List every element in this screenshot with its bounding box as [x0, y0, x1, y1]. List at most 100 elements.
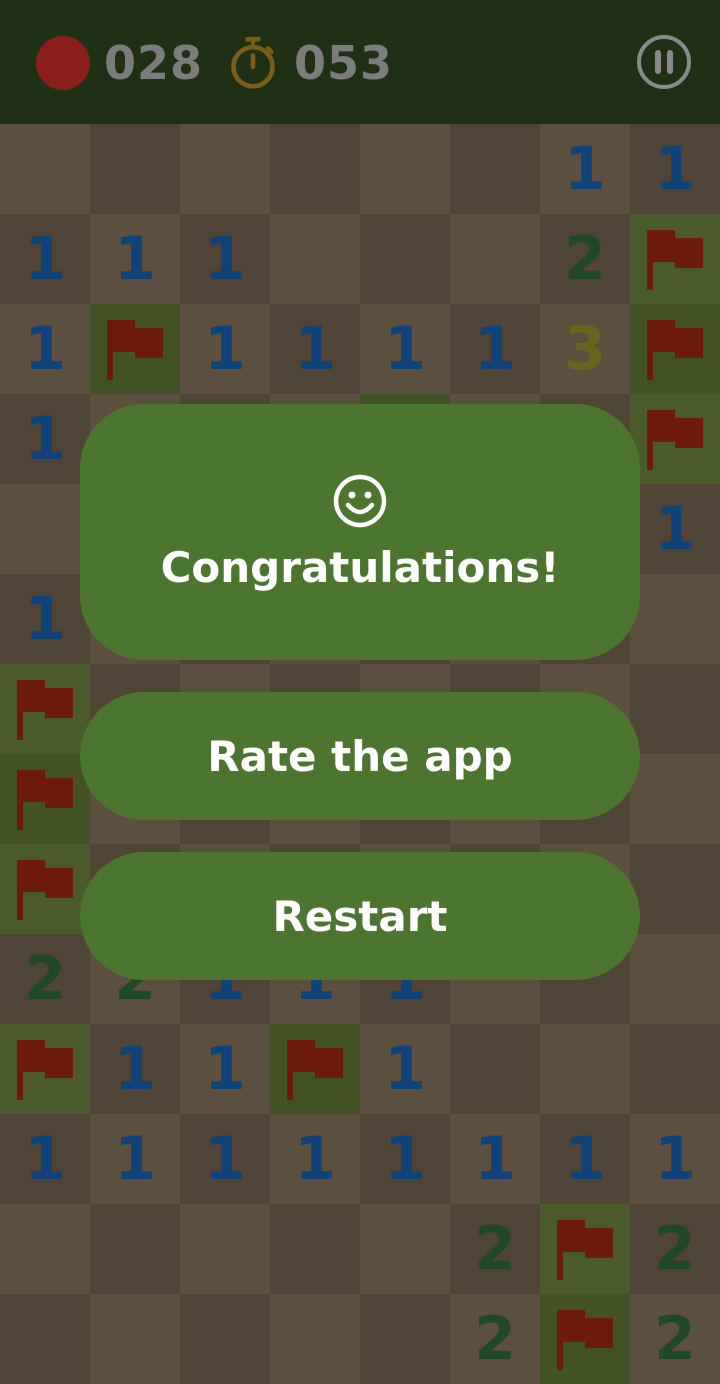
cell-number: 1 [204, 314, 246, 384]
board-cell[interactable] [270, 1204, 360, 1294]
board-cell[interactable] [630, 754, 720, 844]
rate-app-button[interactable]: Rate the app [80, 692, 640, 820]
smiley-icon [333, 474, 387, 527]
board-cell[interactable] [360, 214, 450, 304]
board-cell[interactable] [90, 1294, 180, 1384]
board-cell[interactable] [360, 1204, 450, 1294]
cell-number: 1 [654, 494, 696, 564]
board-cell[interactable] [360, 1294, 450, 1384]
cell-number: 1 [564, 1124, 606, 1194]
board-cell[interactable] [0, 1024, 90, 1114]
board-cell[interactable]: 2 [630, 1204, 720, 1294]
board-cell[interactable] [630, 844, 720, 934]
board-cell[interactable] [90, 1204, 180, 1294]
board-cell[interactable]: 1 [0, 394, 90, 484]
flag-icon [17, 770, 73, 830]
board-cell[interactable]: 1 [0, 574, 90, 664]
board-cell[interactable] [630, 394, 720, 484]
board-cell[interactable] [0, 124, 90, 214]
board-cell[interactable] [270, 214, 360, 304]
cell-number: 1 [294, 314, 336, 384]
board-cell[interactable] [450, 124, 540, 214]
pause-icon[interactable] [636, 34, 692, 90]
board-cell[interactable]: 1 [90, 1024, 180, 1114]
congratulations-title: Congratulations! [160, 542, 560, 592]
board-cell[interactable]: 1 [450, 304, 540, 394]
cell-number: 1 [24, 314, 66, 384]
board-cell[interactable] [270, 1024, 360, 1114]
board-cell[interactable] [90, 124, 180, 214]
board-cell[interactable]: 1 [360, 304, 450, 394]
board-cell[interactable]: 1 [180, 1024, 270, 1114]
board-cell[interactable] [630, 1024, 720, 1114]
board-cell[interactable]: 1 [0, 214, 90, 304]
board-cell[interactable] [270, 124, 360, 214]
stopwatch-icon [231, 36, 275, 89]
board-cell[interactable]: 2 [450, 1294, 540, 1384]
board-cell[interactable] [360, 124, 450, 214]
board-cell[interactable]: 1 [450, 1114, 540, 1204]
board-cell[interactable] [630, 934, 720, 1024]
board-cell[interactable] [0, 484, 90, 574]
cell-number: 2 [654, 1214, 696, 1284]
board-cell[interactable] [180, 1294, 270, 1384]
board-cell[interactable] [540, 1204, 630, 1294]
cell-number: 1 [474, 1124, 516, 1194]
board-cell[interactable] [0, 754, 90, 844]
board-cell[interactable]: 1 [540, 1114, 630, 1204]
board-cell[interactable] [0, 1294, 90, 1384]
board-cell[interactable] [0, 844, 90, 934]
board-cell[interactable]: 1 [180, 1114, 270, 1204]
board-cell[interactable]: 1 [180, 304, 270, 394]
top-bar: 028 053 [0, 0, 720, 125]
board-cell[interactable] [0, 664, 90, 754]
board-cell[interactable]: 1 [0, 1114, 90, 1204]
flag-icon [647, 320, 703, 380]
board-cell[interactable] [180, 1204, 270, 1294]
board-cell[interactable]: 2 [450, 1204, 540, 1294]
board-cell[interactable] [450, 1024, 540, 1114]
board-cell[interactable]: 1 [630, 1114, 720, 1204]
board-cell[interactable] [270, 1294, 360, 1384]
board-cell[interactable]: 1 [360, 1024, 450, 1114]
board-cell[interactable]: 2 [630, 1294, 720, 1384]
board-cell[interactable]: 1 [630, 124, 720, 214]
board-cell[interactable]: 1 [540, 124, 630, 214]
cell-number: 1 [294, 1124, 336, 1194]
board-cell[interactable]: 2 [0, 934, 90, 1024]
board-cell[interactable]: 2 [540, 214, 630, 304]
board-cell[interactable] [630, 574, 720, 664]
mine-counter: 028 [36, 32, 203, 94]
restart-button[interactable]: Restart [80, 852, 640, 980]
flag-icon [107, 320, 163, 380]
cell-number: 2 [474, 1304, 516, 1374]
board-cell[interactable] [630, 664, 720, 754]
cell-number: 1 [384, 314, 426, 384]
cell-number: 1 [24, 404, 66, 474]
cell-number: 1 [24, 224, 66, 294]
board-cell[interactable] [90, 304, 180, 394]
board-cell[interactable]: 1 [270, 1114, 360, 1204]
board-cell[interactable]: 1 [90, 1114, 180, 1204]
flag-icon [287, 1040, 343, 1100]
board-cell[interactable] [540, 1294, 630, 1384]
board-cell[interactable] [450, 214, 540, 304]
board-cell[interactable]: 1 [630, 484, 720, 574]
cell-number: 1 [204, 1034, 246, 1104]
board-cell[interactable] [0, 1204, 90, 1294]
cell-number: 1 [384, 1124, 426, 1194]
board-cell[interactable]: 1 [270, 304, 360, 394]
flag-icon [557, 1310, 613, 1370]
board-cell[interactable]: 1 [90, 214, 180, 304]
board-cell[interactable]: 1 [360, 1114, 450, 1204]
board-cell[interactable] [180, 124, 270, 214]
cell-number: 1 [654, 134, 696, 204]
board-cell[interactable] [630, 214, 720, 304]
time-elapsed: 053 [294, 36, 394, 90]
board-cell[interactable] [540, 1024, 630, 1114]
board-cell[interactable]: 1 [180, 214, 270, 304]
cell-number: 2 [474, 1214, 516, 1284]
board-cell[interactable]: 1 [0, 304, 90, 394]
board-cell[interactable] [630, 304, 720, 394]
board-cell[interactable]: 3 [540, 304, 630, 394]
